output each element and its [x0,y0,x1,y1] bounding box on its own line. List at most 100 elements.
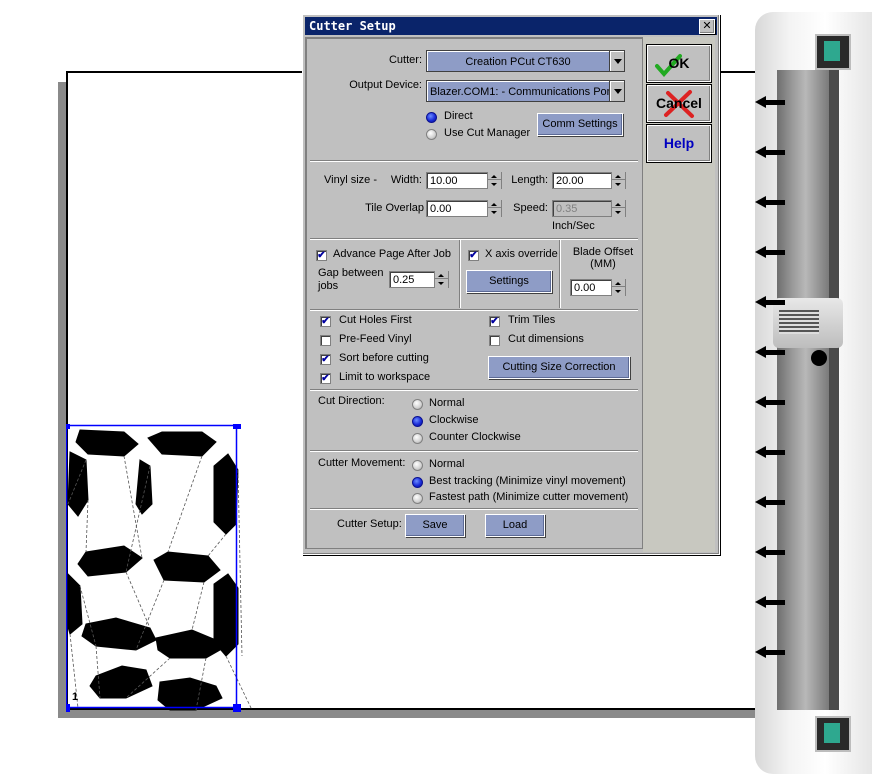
feed-arrow-icon [755,196,785,208]
tile-overlap-spin-icon[interactable] [487,200,501,217]
feed-arrow-icon [755,446,785,458]
segment [66,572,83,635]
feed-arrow-icon [755,246,785,258]
segment [147,431,217,457]
cutter-dropdown-arrow-icon[interactable] [609,50,625,72]
load-button[interactable]: Load [485,514,545,537]
cutter-label: Cutter: [388,54,422,66]
x-axis-override-checkbox[interactable] [468,250,479,261]
feed-arrow-icon [755,96,785,108]
use-cut-manager-radio[interactable] [426,129,437,140]
movement-fastest-path-label: Fastest path (Minimize cutter movement) [429,491,629,503]
cut-direction-normal-radio[interactable] [412,399,423,410]
save-button[interactable]: Save [405,514,465,537]
segment [153,551,221,583]
use-cut-manager-label: Use Cut Manager [444,127,531,139]
feed-arrow-icon [755,346,785,358]
cutting-size-correction-button[interactable]: Cutting Size Correction [488,356,630,379]
width-spin-icon[interactable] [487,172,501,189]
sort-before-cutting-checkbox[interactable] [320,354,331,365]
movement-fastest-path-radio[interactable] [412,493,423,504]
segment [213,453,239,535]
cut-direction-normal-label: Normal [429,397,465,409]
cut-direction-clockwise-label: Clockwise [429,414,479,426]
cutter-setup-dialog: Cutter Setup ✕ Cutter: Creation PCut CT6… [302,14,720,555]
cut-artwork[interactable]: 1 [66,424,256,714]
selection-handle [233,424,241,429]
selection-index: 1 [72,691,78,703]
segment [157,677,223,711]
sort-before-cutting-label: Sort before cutting [339,352,429,364]
segment [75,429,139,457]
plotter-device [755,0,872,774]
cutter-select[interactable]: Creation PCut CT630 [426,50,610,72]
plotter-rail-edge [829,70,839,710]
selection-handle [66,704,70,712]
cut-holes-first-label: Cut Holes First [339,314,412,326]
divider [559,240,560,308]
cancel-label: Cancel [656,95,702,111]
selection-handle [66,424,70,429]
movement-normal-label: Normal [429,458,465,470]
plotter-dot-icon [811,350,827,366]
segment [155,629,221,659]
feed-arrow-icon [755,646,785,658]
blade-offset-spin-icon[interactable] [611,279,625,296]
length-spin-icon[interactable] [611,172,625,189]
x-axis-override-label: X axis override [485,248,558,260]
speed-unit-label: Inch/Sec [552,220,595,232]
cut-direction-counter-clockwise-radio[interactable] [412,433,423,444]
pre-feed-vinyl-label: Pre-Feed Vinyl [339,333,412,345]
movement-best-tracking-label: Best tracking (Minimize vinyl movement) [429,475,626,487]
x-axis-settings-button[interactable]: Settings [466,270,552,293]
plotter-top-cap-icon [815,34,851,70]
output-device-dropdown-arrow-icon[interactable] [609,80,625,102]
dialog-button-column: OK Cancel Help [643,37,715,552]
feed-arrow-icon [755,496,785,508]
cutter-movement-label: Cutter Movement: [318,457,406,469]
cut-holes-first-checkbox[interactable] [320,316,331,327]
dialog-title-bar[interactable]: Cutter Setup ✕ [305,17,717,35]
gap-spin-icon[interactable] [434,271,448,288]
feed-arrow-icon [755,596,785,608]
cut-direction-counter-clockwise-label: Counter Clockwise [429,431,521,443]
plotter-bottom-cap-icon [815,716,851,752]
width-label: Width: [390,174,422,186]
cut-direction-label: Cut Direction: [318,395,385,407]
gap-label-line2: jobs [318,280,339,292]
limit-to-workspace-label: Limit to workspace [339,371,431,383]
trim-tiles-checkbox[interactable] [489,316,500,327]
pre-feed-vinyl-checkbox[interactable] [320,335,331,346]
divider [459,240,460,308]
feed-arrow-icon [755,546,785,558]
movement-best-tracking-radio[interactable] [412,477,423,488]
segment [81,617,157,651]
feed-arrow-icon [755,146,785,158]
advance-page-checkbox[interactable] [316,250,327,261]
cut-dimensions-checkbox[interactable] [489,335,500,346]
direct-label: Direct [444,110,473,122]
feed-arrow-icon [755,296,785,308]
vinyl-size-label: Vinyl size - [324,174,377,186]
direct-radio[interactable] [426,112,437,123]
trim-tiles-label: Trim Tiles [508,314,556,326]
gap-label-line1: Gap between [318,267,384,279]
ok-label: OK [668,55,690,71]
selection-handle [233,704,241,712]
output-device-label: Output Device: [349,79,422,91]
blade-offset-label: Blade Offset [572,246,634,258]
cut-direction-clockwise-radio[interactable] [412,416,423,427]
comm-settings-button[interactable]: Comm Settings [537,113,623,136]
ok-button[interactable]: OK [647,45,711,82]
settings-panel: Cutter: Creation PCut CT630 Output Devic… [305,37,643,549]
segment-shapes [66,429,239,711]
output-device-select[interactable]: Blazer.COM1: - Communications Port [426,80,610,102]
cancel-button[interactable]: Cancel [647,85,711,122]
limit-to-workspace-checkbox[interactable] [320,373,331,384]
cut-dimensions-label: Cut dimensions [508,333,584,345]
help-button[interactable]: Help [647,125,711,162]
tile-overlap-label: Tile Overlap [365,202,424,214]
movement-normal-radio[interactable] [412,460,423,471]
close-icon[interactable]: ✕ [699,19,715,34]
speed-spin-icon [611,200,625,217]
